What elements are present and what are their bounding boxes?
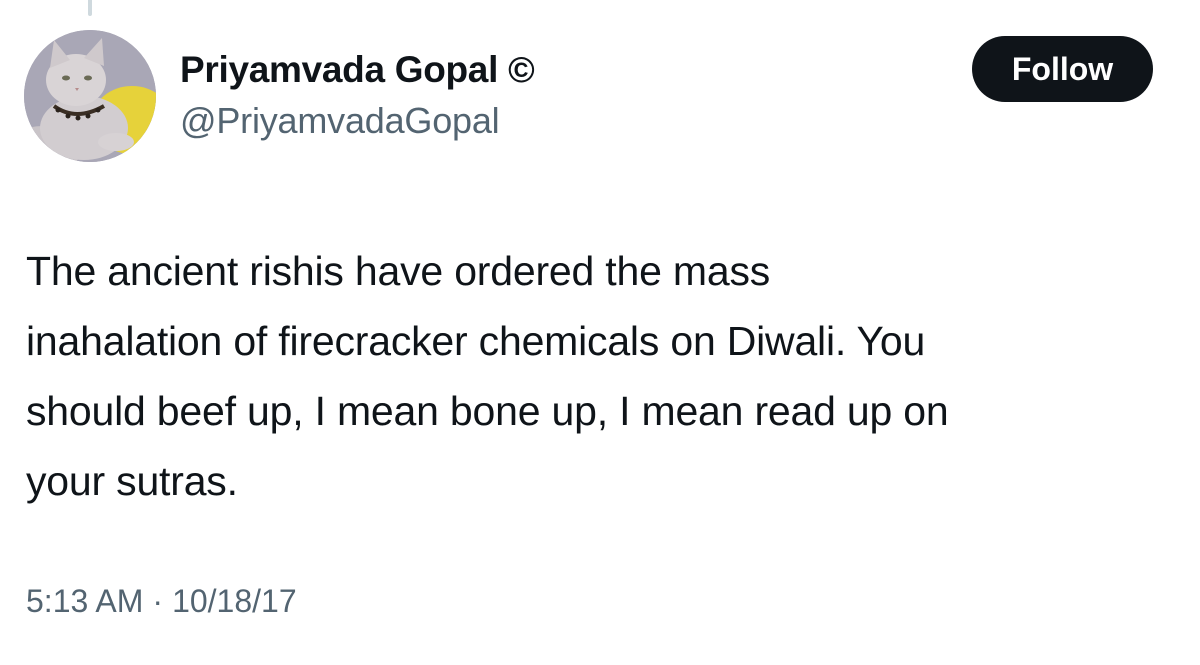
follow-button[interactable]: Follow [972, 36, 1153, 102]
meta-separator: · [152, 583, 164, 619]
tweet-text-line: should beef up, I mean bone up, I mean r… [26, 388, 949, 434]
tweet-timestamp[interactable]: 5:13 AM · 10/18/17 [26, 583, 297, 620]
author-name-row[interactable]: Priyamvada Gopal © [180, 48, 535, 92]
cat-avatar-icon [24, 30, 156, 162]
tweet-date[interactable]: 10/18/17 [172, 583, 297, 620]
author-handle[interactable]: @PriyamvadaGopal [180, 100, 500, 142]
thread-connector-line [88, 0, 92, 16]
author-display-name[interactable]: Priyamvada Gopal [180, 49, 498, 91]
copyright-badge: © [508, 49, 535, 90]
tweet-text-line: inahalation of firecracker chemicals on … [26, 318, 926, 364]
tweet-text-line: your sutras. [26, 458, 238, 504]
tweet-text: The ancient rishis have ordered the mass… [26, 236, 1176, 516]
avatar[interactable] [24, 30, 156, 162]
tweet-time[interactable]: 5:13 AM [26, 583, 143, 620]
tweet-text-line: The ancient rishis have ordered the mass [26, 248, 771, 294]
